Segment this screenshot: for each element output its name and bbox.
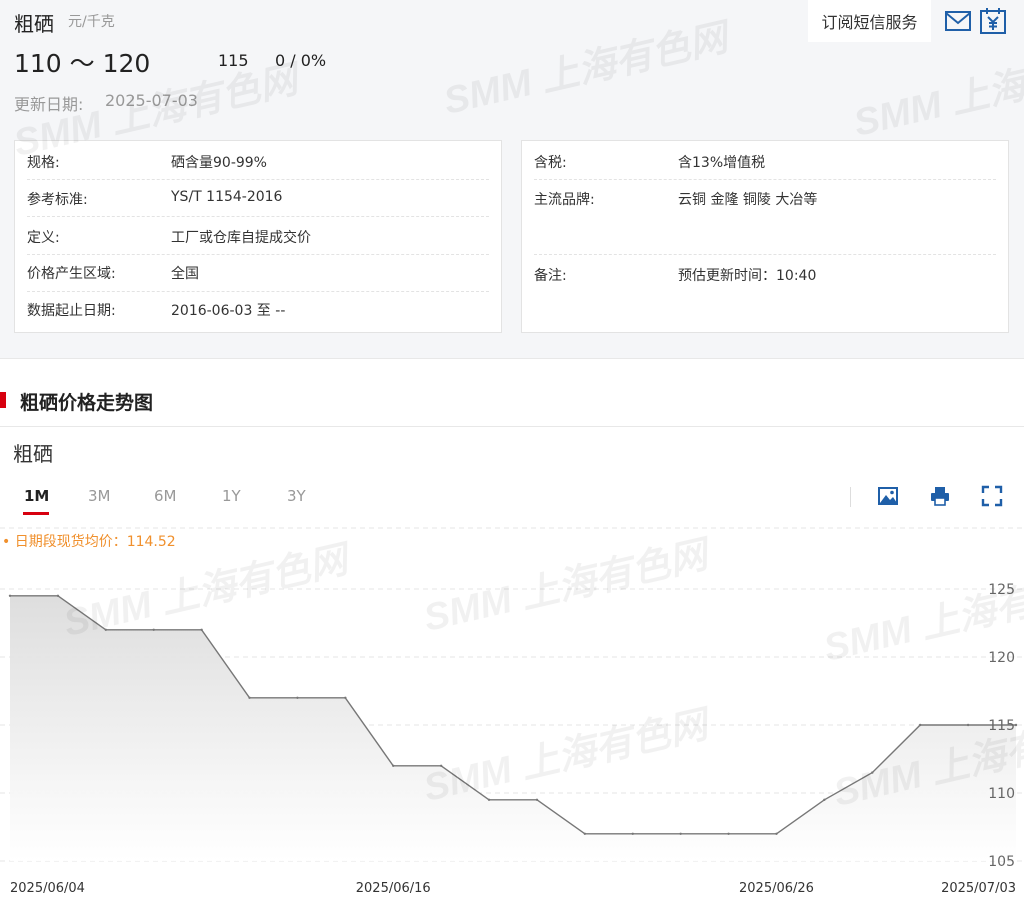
section-accent-bar	[0, 392, 6, 408]
data-point[interactable]	[439, 764, 443, 767]
section-title: 粗硒价格走势图	[20, 392, 154, 414]
price-area-fill	[10, 595, 1016, 861]
data-point[interactable]	[392, 764, 395, 767]
spec-value: 预估更新时间：10:40	[678, 268, 817, 284]
tab-3y[interactable]: 3Y	[287, 487, 306, 505]
data-point[interactable]	[535, 798, 539, 801]
spec-key: 定义:	[27, 230, 60, 246]
spec-key: 含税:	[534, 155, 567, 171]
price-unit: 元/千克	[68, 14, 115, 30]
data-point[interactable]	[8, 594, 12, 597]
print-icon[interactable]	[929, 485, 951, 507]
tab-1m[interactable]: 1M	[24, 487, 49, 505]
product-name: 粗硒	[14, 12, 54, 36]
data-point[interactable]	[583, 832, 587, 835]
active-tab-indicator	[23, 512, 49, 515]
y-tick-label: 120	[988, 650, 1015, 666]
data-point[interactable]	[775, 832, 778, 835]
row-divider	[27, 254, 489, 255]
data-point[interactable]	[296, 696, 299, 699]
row-divider	[27, 179, 489, 180]
mail-icon[interactable]	[944, 7, 972, 35]
update-date: 2025-07-03	[105, 91, 198, 110]
data-point[interactable]	[487, 798, 491, 801]
x-tick-label: 2025/06/26	[739, 881, 814, 896]
data-point[interactable]	[966, 723, 970, 727]
spec-value: 2016-06-03 至 --	[171, 303, 286, 319]
price-change: 0 / 0%	[275, 51, 327, 70]
spec-key: 规格:	[27, 155, 60, 171]
subscribe-sms-button[interactable]: 订阅短信服务	[808, 0, 931, 42]
spec-key: 价格产生区域:	[27, 266, 116, 282]
row-divider	[27, 291, 489, 292]
data-point[interactable]	[152, 628, 155, 631]
data-point[interactable]	[248, 696, 251, 699]
toolbar-divider	[850, 487, 851, 507]
x-tick-label: 2025/06/04	[10, 881, 85, 896]
update-date-label: 更新日期:	[14, 95, 84, 114]
tab-6m[interactable]: 6M	[154, 487, 177, 505]
data-point[interactable]	[631, 832, 634, 835]
row-divider	[534, 179, 996, 180]
spec-value: 全国	[171, 266, 199, 282]
data-point[interactable]	[1014, 723, 1018, 727]
spec-table-left: 规格: 硒含量90-99% 参考标准: YS/T 1154-2016 定义: 工…	[14, 140, 502, 333]
tab-3m[interactable]: 3M	[88, 487, 111, 505]
spec-value: 含13%增值税	[678, 155, 766, 171]
data-point[interactable]	[679, 832, 682, 835]
spec-value: YS/T 1154-2016	[171, 189, 283, 205]
spec-key: 备注:	[534, 268, 567, 284]
y-tick-label: 105	[988, 854, 1015, 870]
spec-key: 参考标准:	[27, 192, 88, 208]
spec-value: 硒含量90-99%	[171, 155, 267, 171]
yuan-calendar-icon[interactable]	[979, 7, 1007, 35]
spec-key: 主流品牌:	[534, 192, 595, 208]
data-point[interactable]	[200, 628, 203, 631]
price-header-panel: 粗硒 元/千克 110 ～ 120 115 0 / 0% 更新日期: 2025-…	[0, 0, 1024, 359]
data-point[interactable]	[344, 696, 347, 699]
fullscreen-icon[interactable]	[981, 485, 1003, 507]
spec-value: 云铜 金隆 铜陵 大冶等	[678, 192, 818, 208]
data-point[interactable]	[823, 798, 826, 801]
price-range: 110 ～ 120	[14, 49, 151, 78]
y-tick-label: 110	[988, 786, 1015, 802]
row-divider	[27, 216, 489, 217]
spec-value: 工厂或仓库自提成交价	[171, 230, 311, 246]
data-point[interactable]	[918, 723, 922, 727]
spec-table-right: 含税: 含13%增值税 主流品牌: 云铜 金隆 铜陵 大冶等 备注: 预估更新时…	[521, 140, 1009, 333]
y-tick-label: 125	[988, 582, 1015, 598]
image-icon[interactable]	[877, 485, 899, 507]
data-point[interactable]	[56, 594, 60, 597]
watermark: SMM 上海有色网	[849, 38, 1024, 145]
chart-name: 粗硒	[13, 442, 53, 466]
row-divider	[534, 254, 996, 255]
average-price: 115	[218, 51, 249, 70]
x-tick-label: 2025/07/03	[941, 881, 1016, 896]
x-tick-label: 2025/06/16	[356, 881, 431, 896]
watermark: SMM 上海有色网	[439, 16, 732, 123]
section-divider	[0, 426, 1024, 427]
y-tick-label: 115	[988, 718, 1015, 734]
tab-1y[interactable]: 1Y	[222, 487, 241, 505]
data-point[interactable]	[871, 771, 874, 774]
spec-key: 数据起止日期:	[27, 303, 116, 319]
price-trend-chart: 105 110 115 120 125 2025/06/04 2025/06/16 2025…	[0, 527, 1024, 896]
data-point[interactable]	[104, 628, 108, 631]
data-point[interactable]	[727, 832, 730, 835]
